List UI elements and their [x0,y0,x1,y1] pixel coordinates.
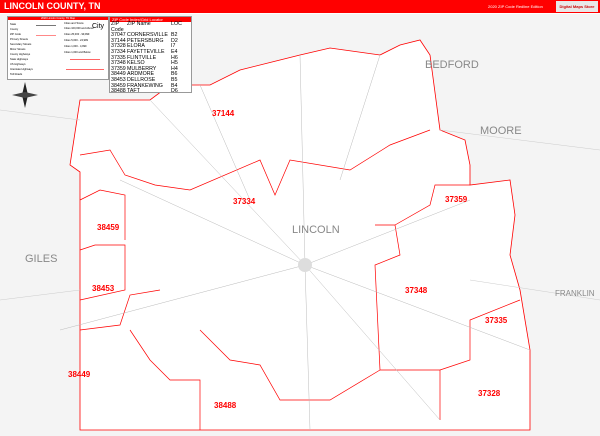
zip-label: 38449 [68,370,91,379]
legend-title: 2020 Lincoln County, TN Map [8,17,108,20]
legend-city-sample: City [92,23,105,30]
table-cell: D6 [171,88,178,95]
legend-city: Cities 25,000 - 99,999 [64,33,90,36]
zip-label: 37334 [233,197,256,206]
logo: Digital Maps Store [556,1,598,12]
legend-item: ZIP Code [10,33,21,36]
zip-label: 37144 [212,109,235,118]
zip-label: 38453 [92,284,115,293]
header-bar: LINCOLN COUNTY, TN 2020 ZIP Code Redline… [0,0,600,13]
legend-city: Cities 5,000 - 24,999 [64,39,88,42]
zip-label: 37348 [405,286,428,295]
county-label-bedford: BEDFORD [425,59,479,71]
county-label-franklin: FRANKLIN [555,289,595,298]
map-title: LINCOLN COUNTY, TN [4,1,101,11]
legend-city: Cities 1,000 - 4,999 [64,45,87,48]
legend-city: Cities 1,000 and Below [64,51,91,54]
zip-label: 37335 [485,316,508,325]
fayetteville-city [298,258,312,272]
legend-item: Toll Roads [10,73,23,76]
zip-index-table: ZIP Code Index/Grid Locator ZIP Code ZIP … [109,16,192,95]
zip-label: 38459 [97,223,120,232]
legend-item: County Highways [10,53,31,56]
legend-item: US Highways [10,63,26,66]
table-row: 38488 TAFT D6 [110,89,191,95]
map-legend: 2020 Lincoln County, TN Map State County… [7,16,109,80]
zip-label: 38488 [214,401,237,410]
zip-label: 37328 [478,389,501,398]
legend-item: Interstate Highways [10,68,33,71]
county-label-moore: MOORE [480,125,522,137]
legend-item: State Highways [10,58,29,61]
legend-item: Minor Streets [10,48,26,51]
legend-city: Cities 100,000 and Above [64,27,94,30]
legend-item: County [10,28,19,31]
legend-cities-title: Cities and Towns [64,22,84,25]
zip-label: 37359 [445,195,468,204]
legend-item: Primary Streets [10,38,28,41]
county-label-lincoln: LINCOLN [292,224,340,236]
legend-item: Secondary Streets [10,43,32,46]
table-cell: TAFT [127,88,140,95]
county-label-giles: GILES [25,253,57,265]
table-cell: 38488 [111,88,126,95]
legend-item: State [10,23,17,26]
edition-label: 2020 ZIP Code Redline Edition [488,4,543,9]
